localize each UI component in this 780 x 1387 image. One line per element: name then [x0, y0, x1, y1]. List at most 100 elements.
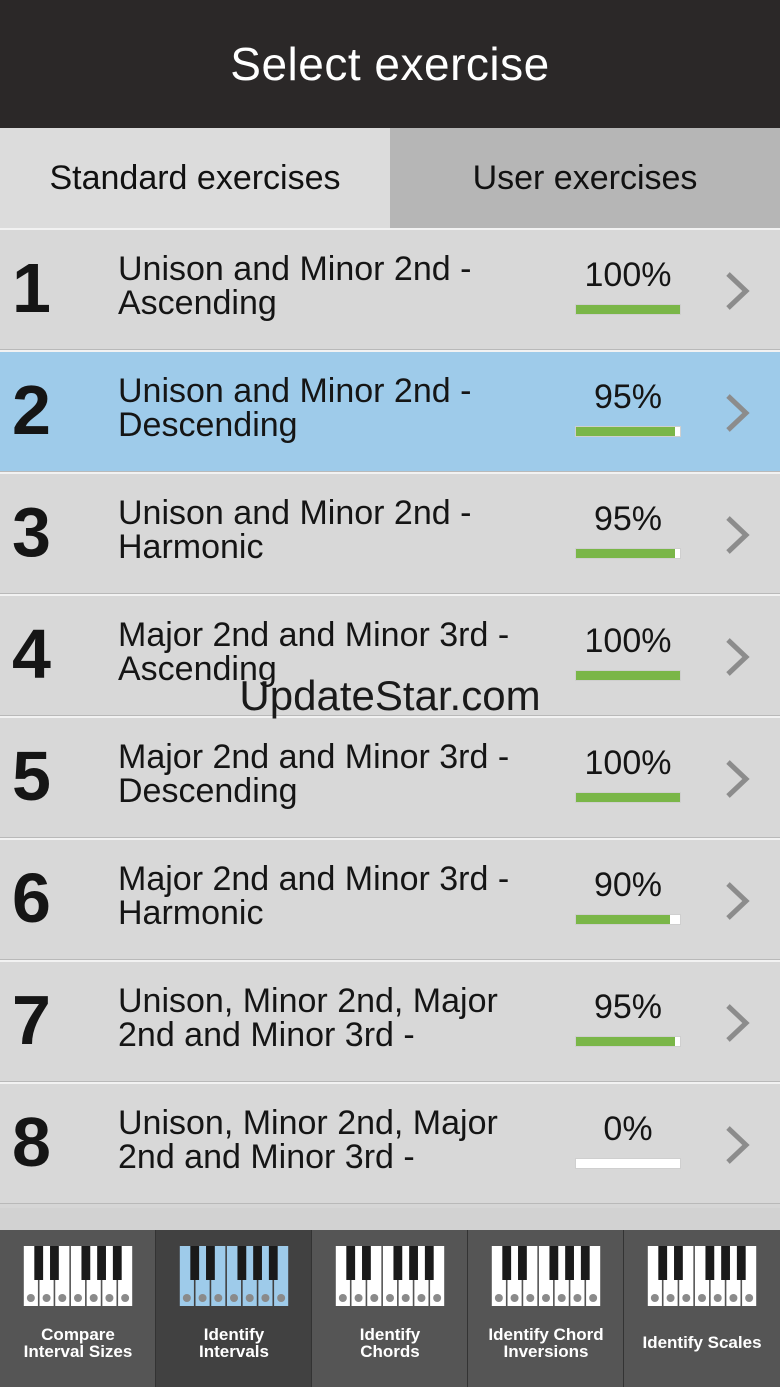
exercise-number: 3 — [12, 493, 51, 571]
black-key — [97, 1246, 106, 1280]
black-key — [190, 1246, 200, 1280]
key-dot — [214, 1294, 223, 1302]
black-key — [674, 1246, 683, 1280]
key-dot — [261, 1294, 270, 1302]
black-key — [736, 1246, 746, 1280]
key-dot — [589, 1294, 598, 1302]
nav-label: Identify Chords — [359, 1325, 421, 1361]
key-dot — [198, 1294, 207, 1302]
black-key — [268, 1246, 278, 1280]
key-dot — [542, 1294, 550, 1302]
keyboard-icon — [647, 1246, 757, 1306]
progress-fill — [576, 549, 675, 558]
key-dot — [729, 1294, 738, 1302]
exercise-number: 6 — [12, 859, 51, 937]
nav-identify-scales[interactable]: Identify Scales — [624, 1230, 780, 1387]
page-title: Select exercise — [230, 38, 550, 90]
nav-label: Identify Scales — [642, 1333, 762, 1352]
exercise-number: 8 — [12, 1103, 51, 1181]
black-key — [346, 1246, 356, 1280]
progress-fill — [576, 1037, 675, 1046]
key-dot — [713, 1294, 722, 1302]
exercise-row[interactable]: 6 Major 2nd and Minor 3rd - Harmonic 90% — [0, 838, 780, 960]
exercise-number: 7 — [12, 981, 51, 1059]
exercise-row[interactable]: 2 Unison and Minor 2nd - Descending 95% — [0, 350, 780, 472]
black-key — [112, 1246, 122, 1280]
key-dot — [573, 1294, 582, 1302]
exercise-title: Major 2nd and Minor 3rd - Descending — [118, 738, 510, 810]
exercise-row[interactable]: 3 Unison and Minor 2nd - Harmonic 95% — [0, 472, 780, 594]
exercise-percent: 90% — [593, 866, 663, 904]
key-dot — [494, 1294, 503, 1302]
black-key — [50, 1246, 59, 1280]
key-dot — [58, 1294, 67, 1302]
key-dot — [121, 1294, 130, 1302]
key-dot — [26, 1294, 35, 1302]
exercise-percent: 0% — [603, 1110, 653, 1148]
chevron-right-icon — [726, 638, 750, 676]
exercise-number: 4 — [12, 615, 51, 693]
key-dot — [105, 1294, 114, 1302]
exercise-number: 5 — [12, 737, 51, 815]
chevron-right-icon — [726, 760, 750, 798]
exercise-title: Unison, Minor 2nd, Major 2nd and Minor 3… — [118, 982, 498, 1054]
nav-label: Compare Interval Sizes — [23, 1325, 133, 1361]
keyboard-icon — [335, 1246, 445, 1306]
progress-bar — [575, 304, 681, 315]
keyboard-icon — [491, 1246, 601, 1306]
key-dot — [42, 1294, 51, 1302]
black-key — [34, 1246, 44, 1280]
chevron-right-icon — [726, 1126, 750, 1164]
key-dot — [666, 1294, 675, 1302]
black-key — [705, 1246, 715, 1280]
black-key — [362, 1246, 371, 1280]
key-dot — [230, 1294, 238, 1302]
key-dot — [245, 1294, 254, 1302]
progress-fill — [576, 915, 670, 924]
nav-identify-chords[interactable]: Identify Chords — [312, 1230, 468, 1387]
exercise-title: Unison and Minor 2nd - Descending — [118, 372, 472, 444]
key-dot — [354, 1294, 363, 1302]
exercise-percent: 100% — [584, 744, 672, 782]
key-dot — [417, 1294, 426, 1302]
exercise-row[interactable]: 4 Major 2nd and Minor 3rd - Ascending 10… — [0, 594, 780, 716]
key-dot — [182, 1294, 191, 1302]
key-dot — [745, 1294, 754, 1302]
exercise-row[interactable]: 1 Unison and Minor 2nd - Ascending 100% — [0, 228, 780, 350]
exercise-row[interactable]: 7 Unison, Minor 2nd, Major 2nd and Minor… — [0, 960, 780, 1082]
exercise-number: 2 — [12, 371, 51, 449]
tab-user-exercises[interactable]: User exercises — [390, 128, 780, 228]
black-key — [424, 1246, 434, 1280]
nav-compare-interval-sizes[interactable]: Compare Interval Sizes — [0, 1230, 156, 1387]
keyboard-icon — [23, 1246, 133, 1306]
black-key — [253, 1246, 262, 1280]
progress-bar — [575, 914, 681, 925]
black-key — [721, 1246, 730, 1280]
chevron-right-icon — [726, 516, 750, 554]
black-key — [393, 1246, 403, 1280]
progress-bar — [575, 670, 681, 681]
key-dot — [386, 1294, 394, 1302]
nav-identify-chord-inversions[interactable]: Identify Chord Inversions — [468, 1230, 624, 1387]
black-key — [81, 1246, 91, 1280]
key-dot — [510, 1294, 519, 1302]
app-header: Select exercise — [0, 0, 780, 128]
exercise-title: Major 2nd and Minor 3rd - Ascending — [118, 616, 510, 688]
progress-fill — [576, 427, 675, 436]
key-dot — [557, 1294, 566, 1302]
key-dot — [401, 1294, 410, 1302]
progress-bar — [575, 1158, 681, 1169]
chevron-right-icon — [726, 394, 750, 432]
exercise-row[interactable]: 8 Unison, Minor 2nd, Major 2nd and Minor… — [0, 1082, 780, 1204]
exercise-title: Unison and Minor 2nd - Ascending — [118, 250, 472, 322]
black-key — [549, 1246, 559, 1280]
key-dot — [370, 1294, 379, 1302]
nav-identify-intervals[interactable]: Identify Intervals — [156, 1230, 312, 1387]
exercise-percent: 95% — [593, 500, 663, 538]
tab-standard-exercises[interactable]: Standard exercises — [0, 128, 390, 228]
black-key — [206, 1246, 215, 1280]
black-key — [502, 1246, 512, 1280]
keyboard-icon — [179, 1246, 289, 1306]
key-dot — [698, 1294, 706, 1302]
exercise-row[interactable]: 5 Major 2nd and Minor 3rd - Descending 1… — [0, 716, 780, 838]
